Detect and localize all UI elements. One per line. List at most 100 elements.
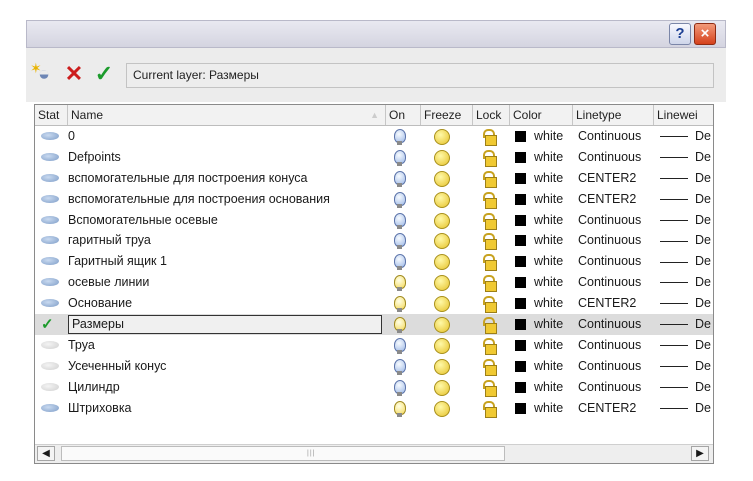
lightbulb-icon[interactable] xyxy=(394,149,406,166)
lightbulb-icon[interactable] xyxy=(394,233,406,250)
unlock-icon[interactable] xyxy=(482,296,497,314)
name-cell[interactable]: Труа xyxy=(68,335,95,356)
linetype-name[interactable]: CENTER2 xyxy=(578,293,636,314)
lineweight-value[interactable]: De xyxy=(695,377,711,398)
layer-row[interactable]: Вспомогательные осевые white Continuous De xyxy=(35,210,713,231)
header-lock[interactable]: Lock xyxy=(473,105,510,125)
lock-cell[interactable] xyxy=(482,189,497,210)
close-button[interactable]: × xyxy=(694,23,716,45)
freeze-cell[interactable] xyxy=(434,210,450,231)
name-cell[interactable]: вспомогательные для построения основания xyxy=(68,189,330,210)
lineweight-line[interactable] xyxy=(660,251,688,272)
layer-name[interactable]: вспомогательные для построения основания xyxy=(68,192,330,206)
lineweight-value[interactable]: De xyxy=(695,126,711,147)
freeze-cell[interactable] xyxy=(434,251,450,272)
linetype-name[interactable]: Continuous xyxy=(578,147,641,168)
freeze-cell[interactable] xyxy=(434,335,450,356)
lightbulb-icon[interactable] xyxy=(394,337,406,354)
lineweight-value[interactable]: De xyxy=(695,210,711,231)
on-cell[interactable] xyxy=(394,272,408,293)
freeze-cell[interactable] xyxy=(434,189,450,210)
color-swatch[interactable] xyxy=(515,189,526,210)
unlock-icon[interactable] xyxy=(482,254,497,272)
lineweight-line[interactable] xyxy=(660,147,688,168)
status-cell[interactable] xyxy=(41,398,65,419)
name-cell[interactable]: Defpoints xyxy=(68,147,121,168)
color-name[interactable]: white xyxy=(534,210,563,231)
sun-icon[interactable] xyxy=(434,233,450,250)
unlock-icon[interactable] xyxy=(482,233,497,251)
lightbulb-icon[interactable] xyxy=(394,379,406,396)
lightbulb-icon[interactable] xyxy=(394,212,406,229)
lock-cell[interactable] xyxy=(482,272,497,293)
linetype-name[interactable]: Continuous xyxy=(578,377,641,398)
on-cell[interactable] xyxy=(394,230,408,251)
lightbulb-icon[interactable] xyxy=(394,400,406,417)
lineweight-line[interactable] xyxy=(660,126,688,147)
status-cell[interactable] xyxy=(41,126,65,147)
unlock-icon[interactable] xyxy=(482,149,497,167)
lineweight-line[interactable] xyxy=(660,230,688,251)
layer-row[interactable]: Труа white Continuous De xyxy=(35,335,713,356)
color-swatch[interactable] xyxy=(515,335,526,356)
color-name[interactable]: white xyxy=(534,356,563,377)
sun-icon[interactable] xyxy=(434,170,450,187)
color-swatch[interactable] xyxy=(515,398,526,419)
layer-name[interactable]: Гаритный ящик 1 xyxy=(68,254,167,268)
status-cell[interactable] xyxy=(41,272,65,293)
layer-row[interactable]: гаритный труа white Continuous De xyxy=(35,230,713,251)
lineweight-line[interactable] xyxy=(660,168,688,189)
lock-cell[interactable] xyxy=(482,126,497,147)
freeze-cell[interactable] xyxy=(434,230,450,251)
lock-cell[interactable] xyxy=(482,356,497,377)
color-name[interactable]: white xyxy=(534,272,563,293)
linetype-name[interactable]: CENTER2 xyxy=(578,168,636,189)
color-swatch[interactable] xyxy=(515,147,526,168)
lightbulb-icon[interactable] xyxy=(394,254,406,271)
color-name[interactable]: white xyxy=(534,168,563,189)
layer-name[interactable]: Defpoints xyxy=(68,150,121,164)
lineweight-line[interactable] xyxy=(660,335,688,356)
header-linetype[interactable]: Linetype xyxy=(573,105,654,125)
sun-icon[interactable] xyxy=(434,254,450,271)
layer-row[interactable]: вспомогательные для построения основания… xyxy=(35,189,713,210)
freeze-cell[interactable] xyxy=(434,272,450,293)
color-swatch[interactable] xyxy=(515,210,526,231)
lineweight-value[interactable]: De xyxy=(695,189,711,210)
status-cell[interactable] xyxy=(41,189,65,210)
name-cell[interactable]: Усеченный конус xyxy=(68,356,166,377)
status-cell[interactable] xyxy=(41,230,65,251)
on-cell[interactable] xyxy=(394,168,408,189)
unlock-icon[interactable] xyxy=(482,129,497,146)
lineweight-line[interactable] xyxy=(660,356,688,377)
sun-icon[interactable] xyxy=(434,379,450,396)
header-on[interactable]: On xyxy=(386,105,421,125)
lightbulb-icon[interactable] xyxy=(394,129,406,145)
on-cell[interactable] xyxy=(394,293,408,314)
sun-icon[interactable] xyxy=(434,296,450,313)
lock-cell[interactable] xyxy=(482,335,497,356)
layer-name[interactable]: Труа xyxy=(68,338,95,352)
sun-icon[interactable] xyxy=(434,400,450,417)
layer-name[interactable]: Цилиндр xyxy=(68,380,120,394)
freeze-cell[interactable] xyxy=(434,398,450,419)
status-cell[interactable] xyxy=(41,147,65,168)
unlock-icon[interactable] xyxy=(482,379,497,397)
name-cell[interactable]: Вспомогательные осевые xyxy=(68,210,218,231)
freeze-cell[interactable] xyxy=(434,356,450,377)
status-cell[interactable] xyxy=(41,210,65,231)
unlock-icon[interactable] xyxy=(482,337,497,355)
color-swatch[interactable] xyxy=(515,377,526,398)
lineweight-line[interactable] xyxy=(660,189,688,210)
color-swatch[interactable] xyxy=(515,314,526,335)
header-color[interactable]: Color xyxy=(510,105,573,125)
name-cell[interactable]: Основание xyxy=(68,293,132,314)
unlock-icon[interactable] xyxy=(482,400,497,418)
lineweight-value[interactable]: De xyxy=(695,230,711,251)
header-name[interactable]: Name ▲ xyxy=(68,105,386,125)
freeze-cell[interactable] xyxy=(434,168,450,189)
lineweight-value[interactable]: De xyxy=(695,356,711,377)
name-cell[interactable]: Гаритный ящик 1 xyxy=(68,251,167,272)
color-name[interactable]: white xyxy=(534,314,563,335)
freeze-cell[interactable] xyxy=(434,126,450,147)
